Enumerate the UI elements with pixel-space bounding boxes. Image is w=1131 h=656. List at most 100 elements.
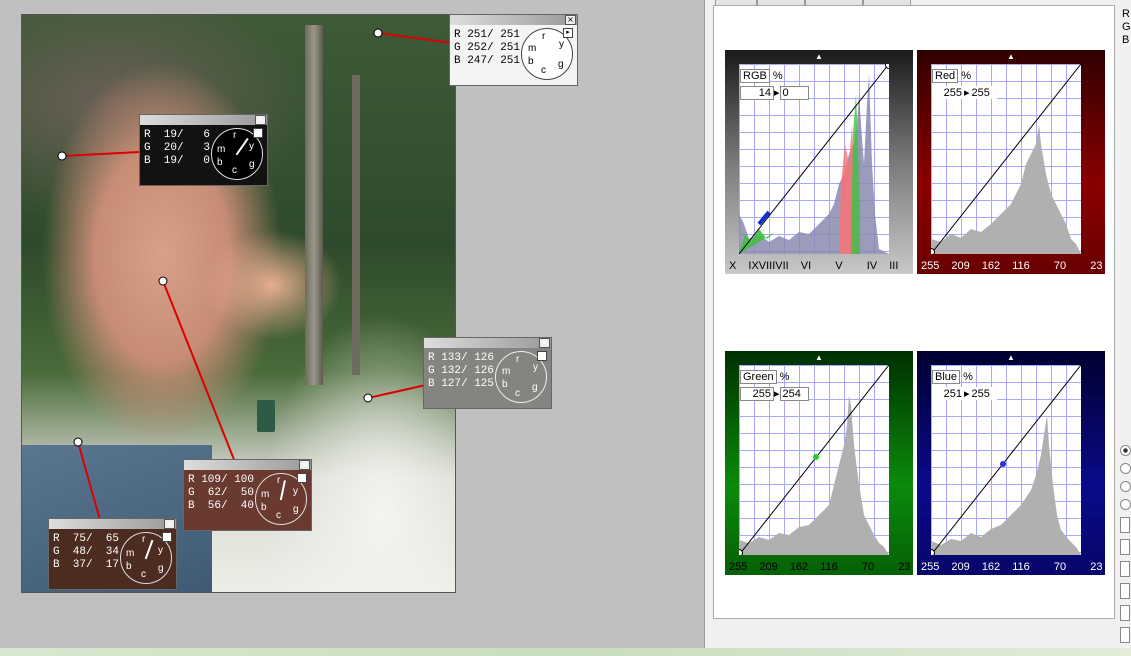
dial-label-g: g bbox=[293, 504, 299, 515]
close-icon[interactable]: × bbox=[565, 15, 576, 25]
sample-titlebar[interactable]: × bbox=[450, 15, 577, 25]
rgb-values: R 75/ 65 G 48/ 34 B 37/ 17 bbox=[53, 533, 119, 572]
channel-name: Green bbox=[740, 370, 777, 384]
rgb-values: R 19/ 6G 20/ 3B 19/ 0 bbox=[144, 129, 210, 168]
sample-point-cheek bbox=[158, 276, 168, 286]
curve-channel-label: RGB % bbox=[740, 69, 783, 83]
r-value: R 251/ 251 bbox=[454, 29, 521, 41]
side-button-5[interactable] bbox=[1120, 605, 1130, 621]
dial-label-g: g bbox=[158, 563, 164, 574]
color-dial-icon: m r y b c g ▸ bbox=[521, 28, 573, 80]
close-icon[interactable]: × bbox=[164, 519, 175, 529]
curve-output-value[interactable]: 0 bbox=[779, 86, 809, 100]
curve-input-output: 14 ▸ 0 bbox=[740, 86, 809, 100]
curve-axis-ticks: 255 209 162 116 70 23 bbox=[921, 561, 1103, 573]
leader-line-neck bbox=[77, 441, 101, 521]
sample-readout-neck[interactable]: × R 75/ 65 G 48/ 34 B 37/ 17 m r y b c g ▸ bbox=[48, 518, 177, 590]
curve-output-value[interactable]: 254 bbox=[779, 387, 809, 401]
curve-channel-label: Blue % bbox=[932, 370, 973, 384]
b-value: B 56/ 40 bbox=[188, 500, 255, 512]
sample-titlebar[interactable]: × bbox=[49, 519, 176, 529]
expand-arrow-icon[interactable]: ▸ bbox=[297, 473, 307, 483]
sample-titlebar[interactable]: × bbox=[140, 115, 267, 125]
dial-label-b: b bbox=[502, 379, 508, 390]
r-value: R 133/ 126 bbox=[428, 352, 495, 364]
close-icon[interactable]: × bbox=[255, 115, 266, 125]
g-value: G 48/ 34 bbox=[53, 546, 120, 558]
rgb-values: R 251/ 251 G 252/ 251 B 247/ 251 bbox=[454, 29, 520, 68]
dial-label-b: b bbox=[261, 502, 267, 513]
curve-top-marker-icon: ▲ bbox=[1007, 353, 1015, 362]
radio-option-2[interactable] bbox=[1120, 463, 1131, 474]
g-value: G 20/ 3 bbox=[144, 142, 211, 154]
edge-label-g: G bbox=[1122, 21, 1131, 33]
radio-option-3[interactable] bbox=[1120, 481, 1131, 492]
dial-label-y: y bbox=[533, 362, 538, 373]
expand-arrow-icon[interactable]: ▸ bbox=[162, 532, 172, 542]
side-button-4[interactable] bbox=[1120, 583, 1130, 599]
dial-label-y: y bbox=[249, 141, 254, 152]
curve-editor-green[interactable]: ▲ Green % 255 ▸ 254 255 209 162 116 70 23 bbox=[725, 351, 913, 575]
sample-readout-cheek[interactable]: × R 109/ 100 G 62/ 50 B 56/ 40 m r y b c g… bbox=[183, 459, 312, 531]
curve-input-value[interactable]: 251 bbox=[932, 388, 964, 400]
dial-needle bbox=[144, 539, 154, 560]
dial-label-c: c bbox=[276, 510, 281, 521]
curve-input-value[interactable]: 255 bbox=[932, 87, 964, 99]
sample-point-neck bbox=[73, 437, 83, 447]
side-button-2[interactable] bbox=[1120, 539, 1130, 555]
dial-label-r: r bbox=[233, 130, 237, 141]
sample-point-path bbox=[363, 393, 373, 403]
leader-line-path bbox=[367, 384, 427, 399]
sample-titlebar[interactable]: × bbox=[424, 338, 551, 348]
radio-option-4[interactable] bbox=[1120, 499, 1131, 510]
side-button-3[interactable] bbox=[1120, 561, 1130, 577]
close-icon[interactable]: × bbox=[299, 460, 310, 470]
b-value: B 127/ 125 bbox=[428, 378, 495, 390]
rgb-values: R 133/ 126 G 132/ 126 B 127/ 125 bbox=[428, 352, 494, 391]
curve-input-output: 251 ▸ 255 bbox=[932, 387, 997, 400]
side-controls bbox=[1120, 445, 1131, 649]
sample-readout-top-right[interactable]: × R 251/ 251 G 252/ 251 B 247/ 251 m r y b… bbox=[449, 14, 578, 86]
sample-readout-forehead[interactable]: × R 19/ 6G 20/ 3B 19/ 0 m r y b c g ▸ bbox=[139, 114, 268, 186]
dial-label-c: c bbox=[232, 165, 237, 176]
channel-name: RGB bbox=[740, 69, 770, 83]
sample-point-forehead bbox=[57, 151, 67, 161]
radio-option-1[interactable] bbox=[1120, 445, 1131, 456]
curve-input-value[interactable]: 14 bbox=[740, 86, 774, 100]
g-value: G 132/ 126 bbox=[428, 365, 495, 377]
curve-output-value[interactable]: 255 bbox=[970, 87, 997, 99]
dial-label-c: c bbox=[141, 569, 146, 580]
b-value: B 247/ 251 bbox=[454, 55, 521, 67]
curve-input-value[interactable]: 255 bbox=[740, 387, 774, 401]
curve-channel-label: Red % bbox=[932, 69, 971, 83]
dial-label-y: y bbox=[293, 486, 298, 497]
side-button-6[interactable] bbox=[1120, 627, 1130, 643]
unit-label: % bbox=[963, 371, 973, 383]
curve-output-value[interactable]: 255 bbox=[970, 388, 997, 400]
dial-label-m: m bbox=[528, 43, 537, 54]
dial-label-b: b bbox=[126, 561, 132, 572]
b-value: B 37/ 17 bbox=[53, 559, 120, 571]
curve-top-marker-icon: ▲ bbox=[815, 52, 823, 61]
dial-needle bbox=[279, 480, 286, 501]
curve-editor-blue[interactable]: ▲ Blue % 251 ▸ 255 255 209 162 116 70 23 bbox=[917, 351, 1105, 575]
curves-pane: ▲ RGB % 14 ▸ 0 X IXVIIIVII VI V IV III II … bbox=[704, 0, 1131, 650]
dial-label-c: c bbox=[541, 65, 546, 76]
side-button-1[interactable] bbox=[1120, 517, 1130, 533]
g-value: G 252/ 251 bbox=[454, 42, 521, 54]
curve-top-marker-icon: ▲ bbox=[1007, 52, 1015, 61]
dial-label-b: b bbox=[528, 56, 534, 67]
sample-readout-path[interactable]: × R 133/ 126 G 132/ 126 B 127/ 125 m r y b… bbox=[423, 337, 552, 409]
close-icon[interactable]: × bbox=[539, 338, 550, 348]
curve-editor-rgb[interactable]: ▲ RGB % 14 ▸ 0 X IXVIIIVII VI V IV III II … bbox=[725, 50, 1010, 274]
expand-arrow-icon[interactable]: ▸ bbox=[253, 128, 263, 138]
curve-axis-ticks: 255 209 162 116 70 23 bbox=[729, 561, 911, 573]
curve-editor-red[interactable]: ▲ Red % 255 ▸ 255 255 209 162 116 70 23 bbox=[917, 50, 1105, 274]
dial-label-m: m bbox=[261, 489, 270, 500]
sample-point-top-right bbox=[373, 28, 383, 38]
g-value: G 62/ 50 bbox=[188, 487, 255, 499]
expand-arrow-icon[interactable]: ▸ bbox=[537, 351, 547, 361]
expand-arrow-icon[interactable]: ▸ bbox=[563, 28, 573, 38]
dial-label-y: y bbox=[559, 39, 564, 50]
sample-titlebar[interactable]: × bbox=[184, 460, 311, 470]
